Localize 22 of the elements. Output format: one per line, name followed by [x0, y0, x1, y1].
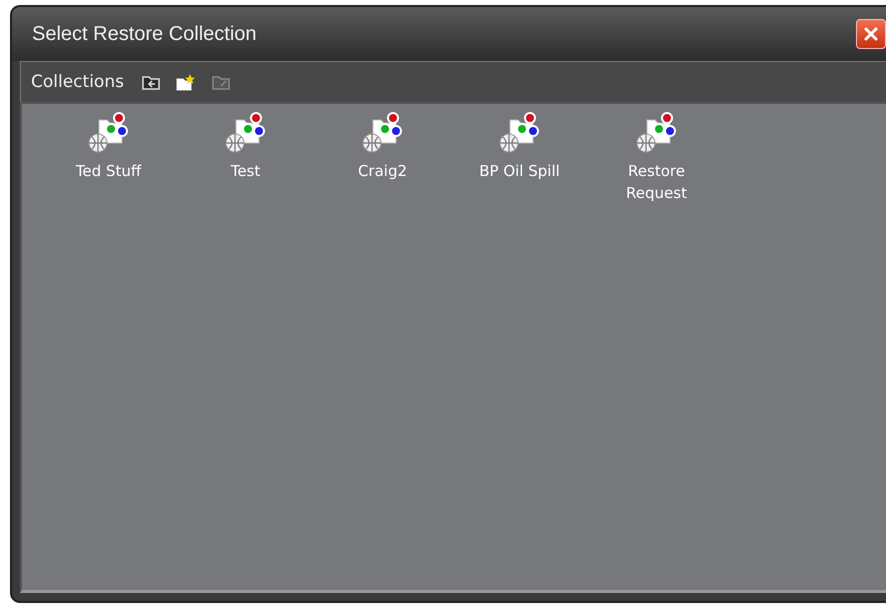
- window-title: Select Restore Collection: [32, 22, 257, 46]
- collection-item[interactable]: BP Oil Spill: [451, 112, 588, 204]
- folder-icon: [142, 74, 160, 90]
- collection-icon: [360, 112, 404, 154]
- collection-item[interactable]: Craig2: [314, 112, 451, 204]
- collection-icon: [634, 112, 678, 154]
- toolbar-label: Collections: [31, 72, 124, 92]
- collection-icon: [86, 112, 130, 154]
- collection-label: BP Oil Spill: [479, 161, 560, 182]
- collection-label: Test: [230, 161, 260, 182]
- folder-icon: [212, 74, 230, 90]
- close-button[interactable]: [856, 19, 886, 49]
- collection-label: Craig2: [358, 161, 408, 182]
- collection-label: Ted Stuff: [76, 161, 142, 182]
- collection-item[interactable]: Test: [177, 112, 314, 204]
- close-icon: [862, 25, 880, 43]
- folder-star-icon: [176, 74, 196, 90]
- collection-icon: [498, 112, 542, 154]
- collection-icon: [224, 112, 268, 154]
- collection-item[interactable]: Ted Stuff: [40, 112, 177, 204]
- collection-item[interactable]: Restore Request: [588, 112, 725, 204]
- collection-label: Restore Request: [626, 161, 687, 204]
